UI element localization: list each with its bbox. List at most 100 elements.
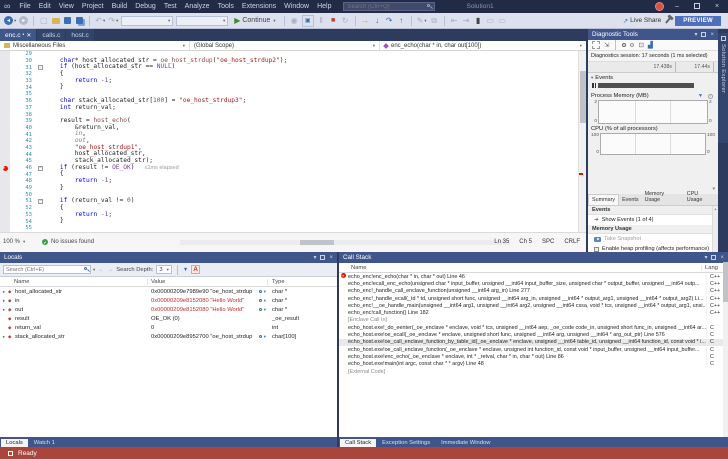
diag-tab-memory-usage[interactable]: Memory Usage: [642, 189, 684, 205]
live-share-button[interactable]: ↗ Live Share: [623, 17, 662, 25]
new-file-icon[interactable]: ▢: [39, 15, 48, 27]
menu-item-file[interactable]: File: [15, 3, 34, 10]
code-line[interactable]: 54 }: [0, 218, 578, 225]
call-stack-scrollbar[interactable]: [723, 262, 728, 437]
diag-tab-events[interactable]: Events: [619, 195, 641, 205]
call-stack-row[interactable]: echo_host.exe!_do_eenter(_oe_enclave * e…: [339, 324, 728, 331]
zoom-in-icon[interactable]: [622, 43, 626, 47]
fold-margin[interactable]: [36, 166, 45, 171]
scroll-up-icon[interactable]: ▴: [714, 206, 716, 211]
menu-item-extensions[interactable]: Extensions: [238, 3, 280, 10]
chart-icon[interactable]: ▟: [648, 41, 653, 49]
line-ending-indicator[interactable]: CRLF: [564, 239, 580, 245]
code-line[interactable]: 33 return -1;: [0, 78, 578, 85]
minimize-button[interactable]: –: [670, 3, 684, 10]
float-icon[interactable]: [711, 255, 716, 260]
code-map-icon[interactable]: ⧉: [430, 15, 439, 27]
save-all-icon[interactable]: [75, 15, 84, 27]
type-column-header[interactable]: Type: [268, 279, 337, 285]
undo-icon[interactable]: ↶▾: [95, 15, 105, 27]
window-menu-icon[interactable]: ▾: [313, 254, 316, 261]
breakpoint-margin[interactable]: [0, 165, 10, 172]
code-line[interactable]: 37 int return_val;: [0, 105, 578, 112]
collapse-icon[interactable]: [38, 65, 43, 70]
float-icon[interactable]: [701, 32, 706, 37]
diag-tab-summary[interactable]: Summary: [588, 194, 619, 205]
issues-indicator[interactable]: ✔ No issues found: [42, 239, 94, 245]
open-folder-icon[interactable]: [51, 15, 60, 27]
solution-configurations-dropdown[interactable]: ▾: [121, 16, 173, 26]
bottom-tab-locals[interactable]: Locals: [1, 439, 28, 447]
call-stack-row[interactable]: echo_enc!__oe_handle_main(unsigned __int…: [339, 302, 728, 309]
navigate-back-icon[interactable]: ◂▾: [4, 15, 16, 27]
pen-icon[interactable]: ✎▾: [417, 15, 427, 27]
bottom-tab-watch-1[interactable]: Watch 1: [29, 439, 60, 447]
menu-item-edit[interactable]: Edit: [35, 3, 55, 10]
stop-debugging-icon[interactable]: ■: [329, 15, 338, 27]
code-line[interactable]: 53 return -1;: [0, 212, 578, 219]
menu-item-project[interactable]: Project: [78, 3, 108, 10]
locals-row[interactable]: ▸◆stack_allocated_str0x00000209e8952700 …: [0, 332, 337, 341]
locals-search-input[interactable]: [3, 265, 91, 274]
scrollbar-thumb[interactable]: [580, 71, 586, 123]
code-line[interactable]: 49 }: [0, 185, 578, 192]
call-stack-row[interactable]: echo_host.exe!enc_echo(_oe_enclave * enc…: [339, 353, 728, 360]
tab-enc-c[interactable]: enc.c•✕: [0, 29, 36, 41]
fold-margin[interactable]: [36, 199, 45, 204]
search-options-icon[interactable]: ▾: [93, 267, 95, 273]
navigate-forward-icon[interactable]: ▸: [19, 15, 28, 27]
highlight-toggle-icon[interactable]: A: [191, 265, 200, 274]
timeline-ruler[interactable]: 17.438s17.44s: [588, 62, 718, 73]
call-stack-row[interactable]: echo_host.exe!oe_call_enclave_function_b…: [339, 339, 728, 346]
pin-icon[interactable]: [665, 17, 671, 24]
bottom-tab-exception-settings[interactable]: Exception Settings: [377, 439, 435, 447]
step-out-icon[interactable]: ↑: [397, 15, 406, 27]
expand-icon[interactable]: ▸: [0, 298, 8, 304]
breakpoint-settings-icon[interactable]: ◉: [290, 15, 299, 27]
close-icon[interactable]: ×: [329, 255, 333, 261]
call-stack-row[interactable]: echo_enc!call_function() Line 182C++: [339, 309, 728, 316]
events-swimlane[interactable]: [588, 82, 718, 91]
scope-dropdown[interactable]: (Global Scope) ▾: [190, 41, 380, 50]
solution-platforms-dropdown[interactable]: ▾: [176, 16, 228, 26]
call-stack-row[interactable]: echo_host.exe!oe_ecall(_oe_enclave * enc…: [339, 331, 728, 338]
code-line[interactable]: 46 if (result != OE_OK)≤1ms elapsed: [0, 165, 578, 172]
value-column-header[interactable]: Value: [148, 279, 268, 285]
menu-item-view[interactable]: View: [55, 3, 78, 10]
menu-item-tools[interactable]: Tools: [214, 3, 238, 10]
show-next-statement-icon[interactable]: →: [361, 15, 370, 27]
save-icon[interactable]: [63, 15, 72, 27]
diag-tab-cpu-usage[interactable]: CPU Usage: [684, 189, 718, 205]
member-dropdown[interactable]: enc_echo(char * in, char out[100]) ▾: [380, 41, 586, 50]
call-stack-row[interactable]: [Enclave Call In]: [339, 317, 728, 324]
float-icon[interactable]: [320, 255, 325, 260]
take-snapshot-button[interactable]: Take Snapshot: [588, 234, 718, 244]
indent-decrease-icon[interactable]: ⇤: [450, 15, 459, 27]
perf-tip[interactable]: ≤1ms elapsed: [144, 165, 178, 171]
expand-icon[interactable]: ▸: [0, 289, 8, 295]
code-line[interactable]: 55: [0, 225, 578, 232]
text-visualizer-icon[interactable]: ▾: [252, 334, 268, 340]
search-depth-dropdown[interactable]: 3 ▾: [156, 265, 172, 274]
locals-row[interactable]: ▸◆out0x00000209e8152080 "Hello World"▾ch…: [0, 305, 337, 314]
text-visualizer-icon[interactable]: ▾: [252, 289, 268, 295]
menu-item-help[interactable]: Help: [313, 3, 335, 10]
previous-match-icon[interactable]: ←: [98, 267, 104, 273]
show-events-link[interactable]: ➜ Show Events (1 of 4): [588, 215, 718, 225]
maximize-button[interactable]: [690, 3, 704, 11]
background-task-icon[interactable]: [8, 451, 13, 456]
collapse-icon[interactable]: [38, 166, 43, 171]
breakpoint-icon[interactable]: [3, 166, 8, 171]
call-stack-header[interactable]: Call Stack ▾ ×: [339, 252, 728, 263]
memory-graph[interactable]: 20 20: [588, 100, 718, 124]
search-icon[interactable]: [84, 267, 89, 272]
cpu-section-label[interactable]: CPU (% of all processors): [588, 124, 718, 133]
editor-horizontal-scrollbar[interactable]: [180, 240, 510, 245]
show-diagnostics-icon[interactable]: ▣: [302, 15, 314, 27]
call-stack-row[interactable]: echo_enc!_handle_ecall(_td * td, unsigne…: [339, 295, 728, 302]
locals-row[interactable]: ▸◆in0x00000209e8152080 "Hello World"▾cha…: [0, 296, 337, 305]
menu-item-window[interactable]: Window: [280, 3, 313, 10]
search-input[interactable]: [343, 2, 435, 11]
call-stack-row[interactable]: echo_host.exe!main(int argc, const char …: [339, 361, 728, 368]
call-stack-row[interactable]: echo_enc!enc_echo(char * in, char * out)…: [339, 273, 728, 280]
